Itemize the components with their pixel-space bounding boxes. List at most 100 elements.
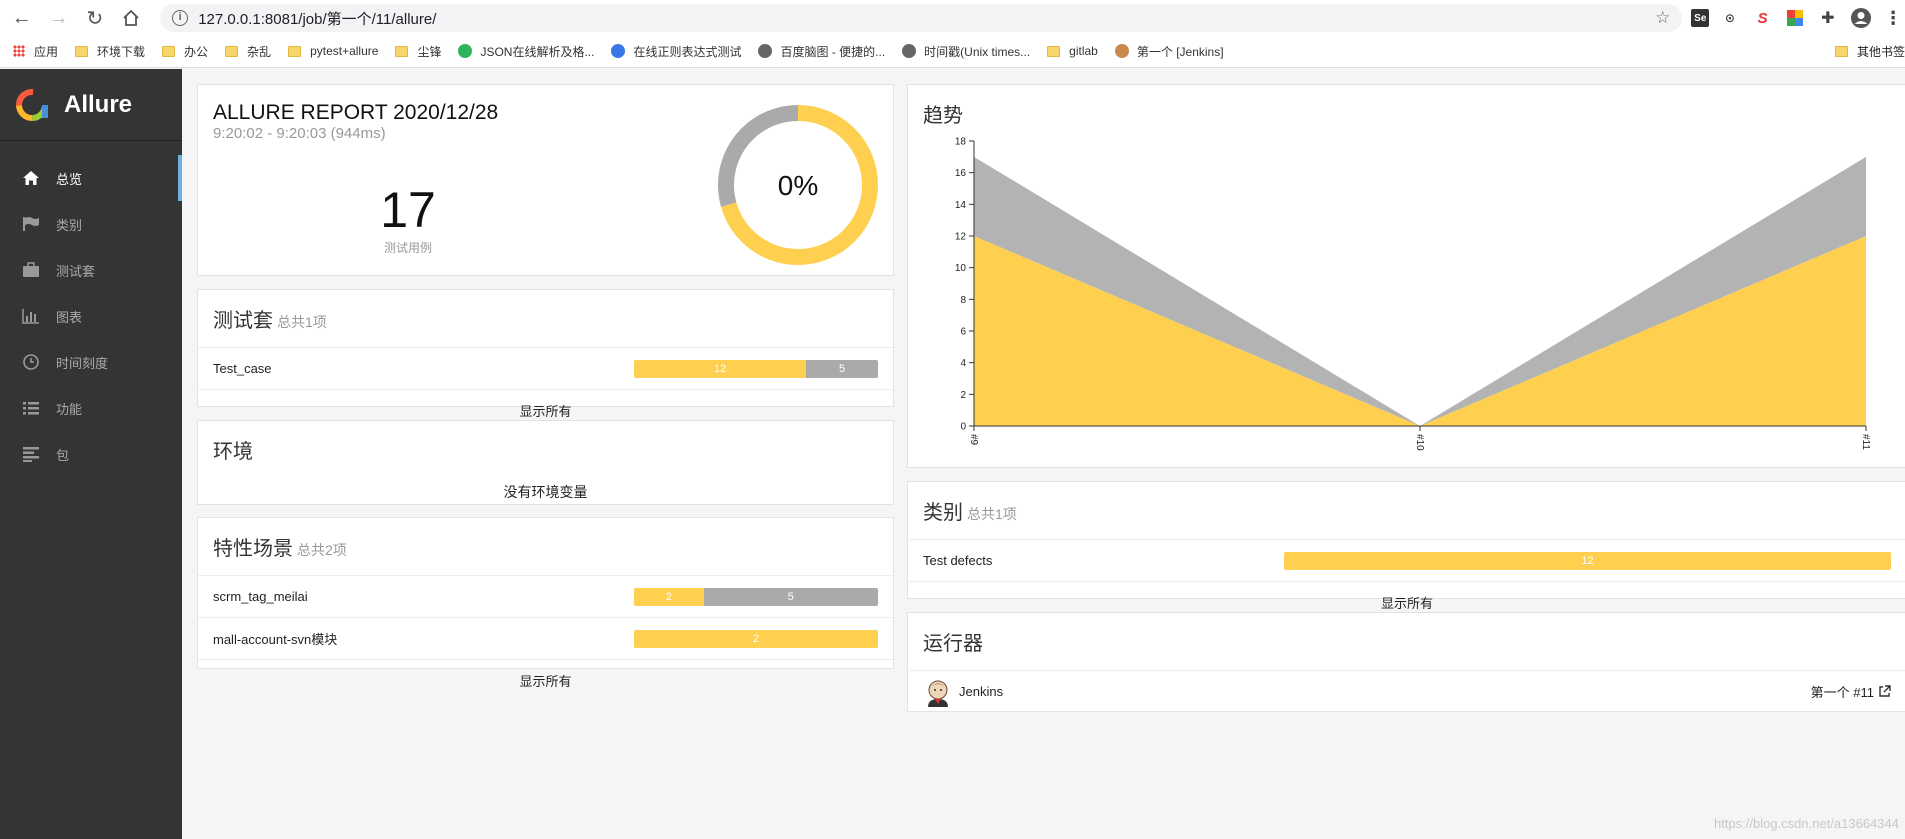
main-content: ALLURE REPORT 2020/12/28 9:20:02 - 9:20:… [182,69,1905,839]
table-row[interactable]: mall-account-svn模块 2 [198,617,893,659]
sidebar-item-4[interactable]: 时间刻度 [0,339,182,385]
bookmark-label: 应用 [34,44,59,59]
y-tick-label: 12 [955,232,967,243]
sidebar-item-label: 功能 [56,401,83,417]
trend-chart[interactable]: 0 2 4 6 8 10 12 14 16 18 #9 #10 #11 [908,85,1905,469]
y-tick-label: 4 [960,358,966,369]
categories-rows: Test defects 12 [908,539,1905,581]
sidebar-item-6[interactable]: 包 [0,431,182,477]
folder-icon [1047,45,1061,57]
site-favicon-icon [902,44,917,58]
puzzle-extension-icon[interactable]: ✚ [1816,6,1840,30]
arrow-right-icon: → [48,6,69,29]
home-button[interactable] [117,3,147,33]
browser-chrome: ← → ↻ i 127.0.0.1:8081/job/第一个/11/allure… [0,0,1905,68]
y-tick-label: 6 [960,327,966,338]
browser-toolbar: ← → ↻ i 127.0.0.1:8081/job/第一个/11/allure… [0,0,1905,36]
suites-title: 测试套 总共1项 [198,290,893,347]
bookmark-item[interactable]: 第一个 [Jenkins] [1114,43,1224,60]
site-favicon-icon [1114,44,1129,58]
features-show-all[interactable]: 显示所有 [198,659,893,701]
executor-build-label: 第一个 #11 [1810,685,1874,700]
bookmark-label: gitlab [1069,44,1098,58]
profile-avatar-icon[interactable] [1849,6,1873,30]
colorful-square-icon [1787,10,1804,26]
report-title: ALLURE REPORT 2020/12/28 [213,101,499,124]
list-icon [20,399,42,417]
bookmark-item[interactable]: pytest+allure [288,44,378,58]
reload-button[interactable]: ↻ [80,3,110,33]
bookmark-item[interactable]: JSON在线解析及格... [458,43,594,60]
bookmark-item[interactable]: 办公 [162,43,208,60]
address-bar[interactable]: i 127.0.0.1:8081/job/第一个/11/allure/ ☆ [160,4,1683,32]
bookmark-item[interactable]: 应用 [13,43,58,60]
sidebar-item-1[interactable]: 类别 [0,201,182,247]
status-bar-segment[interactable]: 2 [634,629,878,648]
table-row[interactable]: Test_case 12 5 [198,347,893,389]
status-bar-segment[interactable]: 12 [634,359,807,378]
y-tick-label: 10 [955,263,967,274]
info-icon: i [172,10,189,26]
bookmark-label: 第一个 [Jenkins] [1136,44,1224,59]
status-bar-segment[interactable]: 2 [634,587,704,606]
json-extension-icon[interactable]: ⊙ [1718,6,1742,30]
y-tick-label: 14 [955,200,967,211]
bookmark-label: JSON在线解析及格... [480,44,595,59]
bookmark-item[interactable]: 杂乱 [225,43,271,60]
executor-build-link[interactable]: 第一个 #11 [1811,682,1891,701]
brand-name: Allure [64,90,133,118]
bookmark-item[interactable]: 时间戳(Unix times... [902,43,1030,60]
s-extension-icon[interactable]: S [1751,6,1775,30]
bookmark-item[interactable]: 环境下载 [75,43,145,60]
bookmark-label: 办公 [184,44,209,59]
site-favicon-icon [758,44,773,58]
folder-icon [395,45,409,57]
forward-button[interactable]: → [44,3,74,33]
star-icon[interactable]: ☆ [1655,8,1670,28]
apps-grid-icon [13,45,25,57]
table-row[interactable]: scrm_tag_meilai 2 5 [198,575,893,617]
back-button[interactable]: ← [7,3,37,33]
bookmark-item[interactable]: 尘锋 [395,43,441,60]
sidebar-item-0[interactable]: 总览 [0,155,182,201]
menu-kebab-icon[interactable]: ⋮ [1881,6,1905,30]
brand[interactable]: Allure [0,69,182,141]
status-bar: 2 [634,629,878,648]
bookmark-label: 时间戳(Unix times... [924,44,1031,59]
executor-row: Jenkins 第一个 #11 [908,670,1905,712]
bar-chart-icon [20,307,42,325]
other-bookmarks[interactable]: 其他书签 [1834,36,1905,66]
categories-subtitle: 总共1项 [967,506,1017,522]
status-bar-segment[interactable]: 5 [806,359,878,378]
sidebar-item-5[interactable]: 功能 [0,385,182,431]
status-donut[interactable]: 0% [718,105,878,265]
sidebar-item-2[interactable]: 测试套 [0,247,182,293]
environment-widget: 环境 没有环境变量 [197,420,894,505]
bookmark-item[interactable]: 百度脑图 - 便捷的... [758,43,885,60]
allure-logo-icon [16,88,48,121]
sidebar-item-label: 时间刻度 [56,355,109,371]
bookmark-label: 环境下载 [97,44,146,59]
bookmark-label: 在线正则表达式测试 [633,44,742,59]
sidebar-item-3[interactable]: 图表 [0,293,182,339]
bookmark-item[interactable]: gitlab [1047,44,1098,58]
reload-icon: ↻ [86,7,104,30]
categories-widget: 类别 总共1项 Test defects 12 显示所有 [907,481,1905,611]
colorful-extension-icon[interactable] [1783,6,1807,30]
status-bar: 12 5 [634,359,878,378]
sidebar-menu: 总览 类别 测试套 图表时间刻度功能包 [0,155,182,477]
address-url[interactable]: 127.0.0.1:8081/job/第一个/11/allure/ [198,8,1655,29]
bookmark-item[interactable]: 在线正则表达式测试 [611,43,741,60]
status-bar-segment[interactable]: 12 [1284,551,1891,570]
home-outline-icon [123,9,140,26]
row-name: Test_case [213,361,272,376]
table-row[interactable]: Test defects 12 [908,539,1905,581]
test-case-label: 测试用例 [383,241,432,255]
suites-subtitle: 总共1项 [277,314,327,330]
folder-icon [225,45,239,57]
status-bar-segment[interactable]: 5 [703,587,878,606]
selenium-extension-icon[interactable]: Se [1691,9,1710,27]
y-tick-label: 2 [960,390,966,401]
trend-widget: 趋势 0 2 4 6 8 10 12 14 16 18 #9 #10 #11 [907,84,1905,468]
sidebar: Allure 总览 类别 测试套 图表时间刻度功能包 [0,69,182,839]
